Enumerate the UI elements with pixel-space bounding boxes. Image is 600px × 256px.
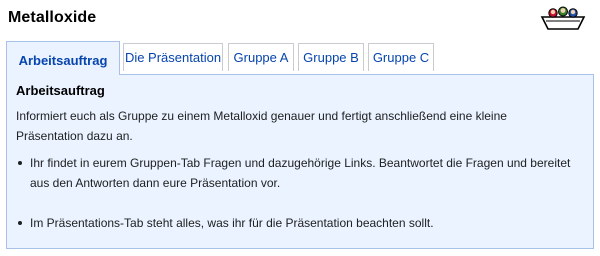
page-title: Metalloxide [8, 9, 97, 26]
instruction-list: Ihr findet in eurem Gruppen-Tab Fragen u… [16, 153, 586, 233]
group-boat-logo-icon [540, 6, 586, 30]
panel-heading: Arbeitsauftrag [16, 83, 105, 98]
tab-gruppe-b[interactable]: Gruppe B [298, 43, 364, 71]
tab-gruppe-c[interactable]: Gruppe C [368, 43, 434, 71]
list-item: Ihr findet in eurem Gruppen-Tab Fragen u… [16, 153, 586, 193]
tab-content-panel: Arbeitsauftrag Informiert euch als Grupp… [6, 74, 594, 249]
tab-gruppe-a[interactable]: Gruppe A [228, 43, 294, 71]
tab-arbeitsauftrag[interactable]: Arbeitsauftrag [6, 41, 120, 75]
intro-text: Informiert euch als Gruppe zu einem Meta… [16, 109, 507, 143]
list-item: Im Präsentations-Tab steht alles, was ih… [16, 213, 586, 233]
tab-die-praesentation[interactable]: Die Präsentation [123, 43, 223, 71]
